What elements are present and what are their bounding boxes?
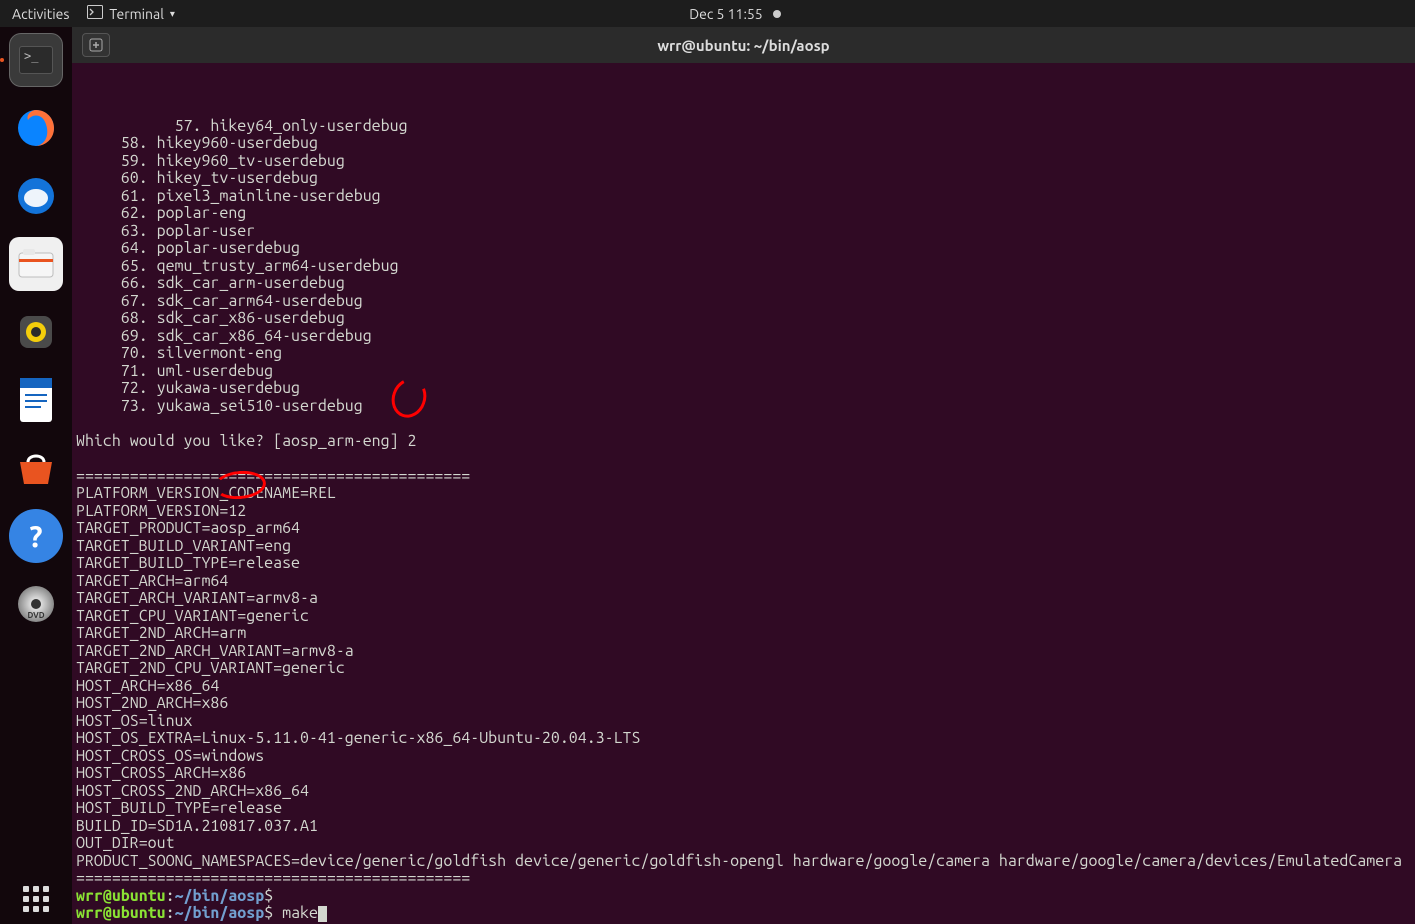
dock-thunderbird[interactable]: [9, 169, 63, 223]
terminal-output[interactable]: 57. hikey64_only-userdebug 58. hikey960-…: [72, 63, 1415, 924]
new-tab-icon: [89, 38, 103, 52]
gnome-top-panel: Activities Terminal ▾ Dec 5 11:55: [0, 0, 1415, 27]
clock[interactable]: Dec 5 11:55: [175, 6, 1295, 22]
clock-label: Dec 5 11:55: [689, 6, 762, 22]
dock-files[interactable]: [9, 237, 63, 291]
terminal-icon: >_: [19, 46, 53, 74]
desktop: Activities Terminal ▾ Dec 5 11:55 >_: [0, 0, 1415, 924]
dock-help[interactable]: ?: [9, 509, 63, 563]
terminal-header: wrr@ubuntu: ~/bin/aosp: [72, 27, 1415, 63]
dock-ubuntu-software[interactable]: [9, 441, 63, 495]
terminal-icon: [87, 5, 103, 22]
terminal-window: wrr@ubuntu: ~/bin/aosp 57. hikey64_only-…: [72, 27, 1415, 924]
show-applications-icon[interactable]: [23, 886, 49, 912]
dock-rhythmbox[interactable]: [9, 305, 63, 359]
svg-text:DVD: DVD: [27, 611, 44, 620]
window-title: wrr@ubuntu: ~/bin/aosp: [110, 37, 1377, 54]
new-tab-button[interactable]: [82, 33, 110, 57]
activities-button[interactable]: Activities: [12, 6, 69, 22]
dock-libreoffice-writer[interactable]: [9, 373, 63, 427]
dock-disc[interactable]: DVD: [9, 577, 63, 631]
dock-terminal[interactable]: >_: [9, 33, 63, 87]
dock-firefox[interactable]: [9, 101, 63, 155]
notification-dot-icon: [773, 10, 781, 18]
app-menu[interactable]: Terminal ▾: [87, 5, 175, 22]
app-menu-label: Terminal: [109, 6, 164, 22]
dock: >_ ? DVD: [0, 27, 72, 924]
annotation-circle-1: [386, 373, 432, 422]
